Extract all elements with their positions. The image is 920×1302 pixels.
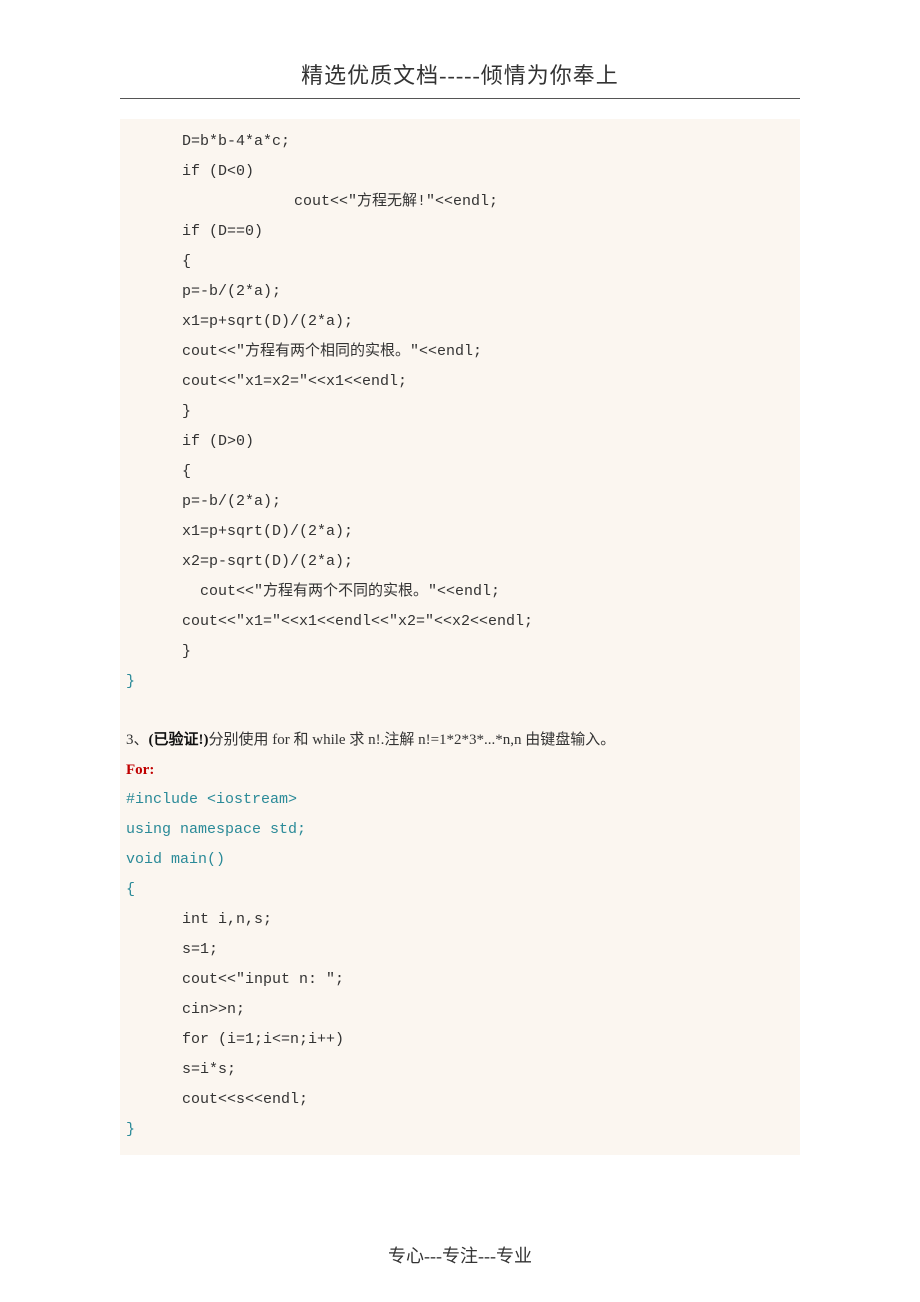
code-line: int i,n,s; [126, 905, 794, 935]
code-line: #include <iostream> [126, 785, 794, 815]
code-line: if (D>0) [126, 427, 794, 457]
code-line: cout<<s<<endl; [126, 1085, 794, 1115]
code-line: cout<<"x1="<<x1<<endl<<"x2="<<x2<<endl; [126, 607, 794, 637]
code-line: cout<<"x1=x2="<<x1<<endl; [126, 367, 794, 397]
question-number: 3、 [126, 732, 149, 748]
code-line: } [126, 1115, 794, 1145]
code-line: void main() [126, 845, 794, 875]
code-line: { [126, 457, 794, 487]
code-line: for (i=1;i<=n;i++) [126, 1025, 794, 1055]
code-line: if (D==0) [126, 217, 794, 247]
code-line: s=i*s; [126, 1055, 794, 1085]
code-line: if (D<0) [126, 157, 794, 187]
code-line: cout<<"方程有两个不同的实根。"<<endl; [126, 577, 794, 607]
code-line: { [126, 247, 794, 277]
verified-label: (已验证!) [149, 732, 209, 748]
code-line: { [126, 875, 794, 905]
code-line: } [126, 667, 794, 697]
code-line: x1=p+sqrt(D)/(2*a); [126, 307, 794, 337]
code-line: x2=p-sqrt(D)/(2*a); [126, 547, 794, 577]
code-line: p=-b/(2*a); [126, 277, 794, 307]
blank-line [126, 697, 794, 725]
code-line: cout<<"方程无解!"<<endl; [126, 187, 794, 217]
question-body: 分别使用 for 和 while 求 n!.注解 n!=1*2*3*...*n,… [209, 732, 616, 748]
page-footer: 专心---专注---专业 [0, 1242, 920, 1268]
question-line: 3、(已验证!)分别使用 for 和 while 求 n!.注解 n!=1*2*… [126, 725, 794, 755]
code-line: } [126, 637, 794, 667]
code-line: using namespace std; [126, 815, 794, 845]
code-line: } [126, 397, 794, 427]
code-line: cin>>n; [126, 995, 794, 1025]
header-rule [120, 98, 800, 99]
code-line: x1=p+sqrt(D)/(2*a); [126, 517, 794, 547]
code-line: cout<<"input n: "; [126, 965, 794, 995]
code-line: s=1; [126, 935, 794, 965]
code-content-block: D=b*b-4*a*c; if (D<0) cout<<"方程无解!"<<end… [120, 119, 800, 1155]
for-label: For: [126, 755, 794, 785]
code-line: p=-b/(2*a); [126, 487, 794, 517]
document-page: 精选优质文档-----倾情为你奉上 D=b*b-4*a*c; if (D<0) … [0, 0, 920, 1302]
code-line: D=b*b-4*a*c; [126, 127, 794, 157]
code-line: cout<<"方程有两个相同的实根。"<<endl; [126, 337, 794, 367]
page-header: 精选优质文档-----倾情为你奉上 [0, 58, 920, 90]
